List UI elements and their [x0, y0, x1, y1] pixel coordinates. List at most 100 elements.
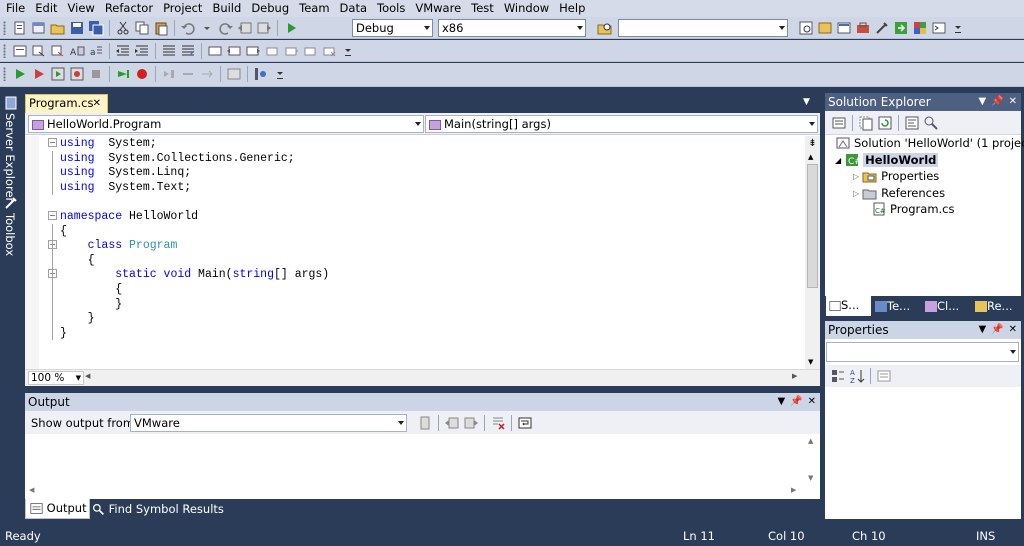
- editor-vertical-scrollbar[interactable]: ⇟ ▲ ▼: [805, 136, 820, 369]
- close-icon[interactable]: ✕: [93, 95, 101, 112]
- window-position-icon[interactable]: ▼: [777, 393, 785, 411]
- scroll-up-icon[interactable]: ▲: [808, 437, 813, 445]
- toggle-bookmark-icon[interactable]: [207, 43, 223, 59]
- increase-indent-icon[interactable]: [134, 43, 150, 59]
- class-navigation-combo[interactable]: HelloWorld.Program: [28, 115, 424, 133]
- categorized-icon[interactable]: [830, 368, 846, 384]
- complete-word-icon[interactable]: a: [88, 43, 104, 59]
- previous-bookmark-document-icon[interactable]: [302, 43, 318, 59]
- menu-file[interactable]: File: [1, 0, 30, 17]
- split-handle-icon[interactable]: ⇟: [807, 138, 818, 150]
- close-icon[interactable]: ✕: [808, 393, 816, 411]
- pin-icon[interactable]: 📌: [991, 93, 1003, 111]
- show-next-statement-icon[interactable]: [199, 66, 215, 82]
- start-debugging-icon[interactable]: [283, 20, 299, 36]
- undo-dropdown-icon[interactable]: [199, 20, 215, 36]
- solution-explorer-icon[interactable]: [798, 20, 814, 36]
- resource-view-tab[interactable]: Re...: [975, 299, 1013, 313]
- collapse-region-icon[interactable]: −: [48, 211, 57, 220]
- find-combo[interactable]: [618, 19, 788, 37]
- output-horizontal-scrollbar[interactable]: ◀ ▶: [25, 484, 805, 499]
- start-without-debugging-icon[interactable]: [31, 66, 47, 82]
- toolbox-tab[interactable]: Toolbox: [0, 195, 22, 265]
- scroll-left-icon[interactable]: ◀: [85, 372, 90, 380]
- view-class-diagram-icon[interactable]: [923, 115, 939, 131]
- save-all-icon[interactable]: [88, 20, 104, 36]
- toolbar-options-icon[interactable]: [950, 20, 966, 36]
- menu-window[interactable]: Window: [499, 0, 554, 17]
- code-line[interactable]: using System.Collections.Generic;: [60, 152, 800, 167]
- tree-properties[interactable]: ▷ Properties: [853, 168, 939, 184]
- uncomment-icon[interactable]: [180, 43, 196, 59]
- solution-explorer-tab[interactable]: S...: [826, 296, 871, 316]
- menu-help[interactable]: Help: [554, 0, 590, 17]
- code-line[interactable]: }: [60, 298, 800, 313]
- code-line[interactable]: class Program: [60, 239, 800, 254]
- refresh-icon[interactable]: [877, 115, 893, 131]
- scroll-right-icon[interactable]: ▶: [792, 372, 797, 380]
- menu-tools[interactable]: Tools: [372, 0, 410, 17]
- comment-out-icon[interactable]: [161, 43, 177, 59]
- object-browser-icon[interactable]: [836, 20, 852, 36]
- properties-object-combo[interactable]: [826, 342, 1019, 362]
- pin-icon[interactable]: 📌: [991, 321, 1003, 339]
- window-position-icon[interactable]: ▼: [978, 93, 986, 111]
- toolbar-grip[interactable]: [3, 67, 6, 81]
- tree-program-cs[interactable]: C# Program.cs: [871, 201, 955, 217]
- menu-edit[interactable]: Edit: [30, 0, 62, 17]
- code-line[interactable]: using System;: [60, 137, 800, 152]
- decrease-indent-icon[interactable]: [115, 43, 131, 59]
- paste-icon[interactable]: [153, 20, 169, 36]
- scroll-right-icon[interactable]: ▶: [791, 486, 796, 494]
- view-code-icon[interactable]: [904, 115, 920, 131]
- menu-project[interactable]: Project: [158, 0, 207, 17]
- step-over-icon[interactable]: [161, 66, 177, 82]
- toolbar-grip[interactable]: [3, 21, 6, 35]
- go-to-next-message-icon[interactable]: [463, 415, 479, 431]
- code-text-area[interactable]: using System; using System.Collections.Ge…: [60, 137, 800, 367]
- breakpoints-window-icon[interactable]: [253, 66, 269, 82]
- properties-window-icon[interactable]: [817, 20, 833, 36]
- clear-all-icon[interactable]: [490, 415, 506, 431]
- code-line[interactable]: using System.Text;: [60, 181, 800, 196]
- step-out-icon[interactable]: [180, 66, 196, 82]
- find-symbol-results-tab[interactable]: Find Symbol Results: [92, 502, 224, 518]
- alphabetical-icon[interactable]: AZ: [849, 368, 865, 384]
- menu-refactor[interactable]: Refactor: [100, 0, 158, 17]
- code-line[interactable]: {: [60, 254, 800, 269]
- code-line[interactable]: }: [60, 312, 800, 327]
- stop-debugging-icon[interactable]: [88, 66, 104, 82]
- scroll-down-icon[interactable]: ▼: [808, 474, 813, 482]
- close-icon[interactable]: ✕: [1009, 321, 1017, 339]
- scroll-down-icon[interactable]: ▼: [808, 358, 813, 366]
- zoom-combo[interactable]: 100 % ▼: [28, 371, 84, 385]
- close-icon[interactable]: ✕: [1009, 93, 1017, 111]
- window-position-icon[interactable]: ▼: [978, 321, 986, 339]
- parameter-info-icon[interactable]: [31, 43, 47, 59]
- solution-platform-combo[interactable]: x86: [438, 19, 586, 37]
- menu-team[interactable]: Team: [294, 0, 334, 17]
- toolbar-grip[interactable]: [3, 44, 6, 58]
- server-explorer-tab[interactable]: Server Explorer: [0, 95, 22, 202]
- scroll-thumb[interactable]: [807, 164, 818, 288]
- undo-icon[interactable]: [180, 20, 196, 36]
- active-files-dropdown-icon[interactable]: ▼: [803, 97, 810, 107]
- toolbar-options-icon[interactable]: [272, 66, 288, 82]
- next-bookmark-folder-icon[interactable]: [283, 43, 299, 59]
- properties-icon[interactable]: [831, 115, 847, 131]
- property-pages-icon[interactable]: [876, 368, 892, 384]
- code-line[interactable]: {: [60, 283, 800, 298]
- cut-icon[interactable]: [115, 20, 131, 36]
- scroll-up-icon[interactable]: ▲: [808, 153, 813, 161]
- clear-bookmarks-icon[interactable]: [321, 43, 337, 59]
- toggle-word-wrap-icon[interactable]: [517, 415, 533, 431]
- go-to-previous-message-icon[interactable]: [444, 415, 460, 431]
- menu-view[interactable]: View: [63, 0, 100, 17]
- copy-icon[interactable]: [134, 20, 150, 36]
- previous-bookmark-icon[interactable]: [226, 43, 242, 59]
- quick-info-icon[interactable]: [50, 43, 66, 59]
- collapse-region-icon[interactable]: −: [48, 138, 57, 147]
- previous-bookmark-folder-icon[interactable]: [264, 43, 280, 59]
- navigate-forward-icon[interactable]: [256, 20, 272, 36]
- menu-debug[interactable]: Debug: [246, 0, 294, 17]
